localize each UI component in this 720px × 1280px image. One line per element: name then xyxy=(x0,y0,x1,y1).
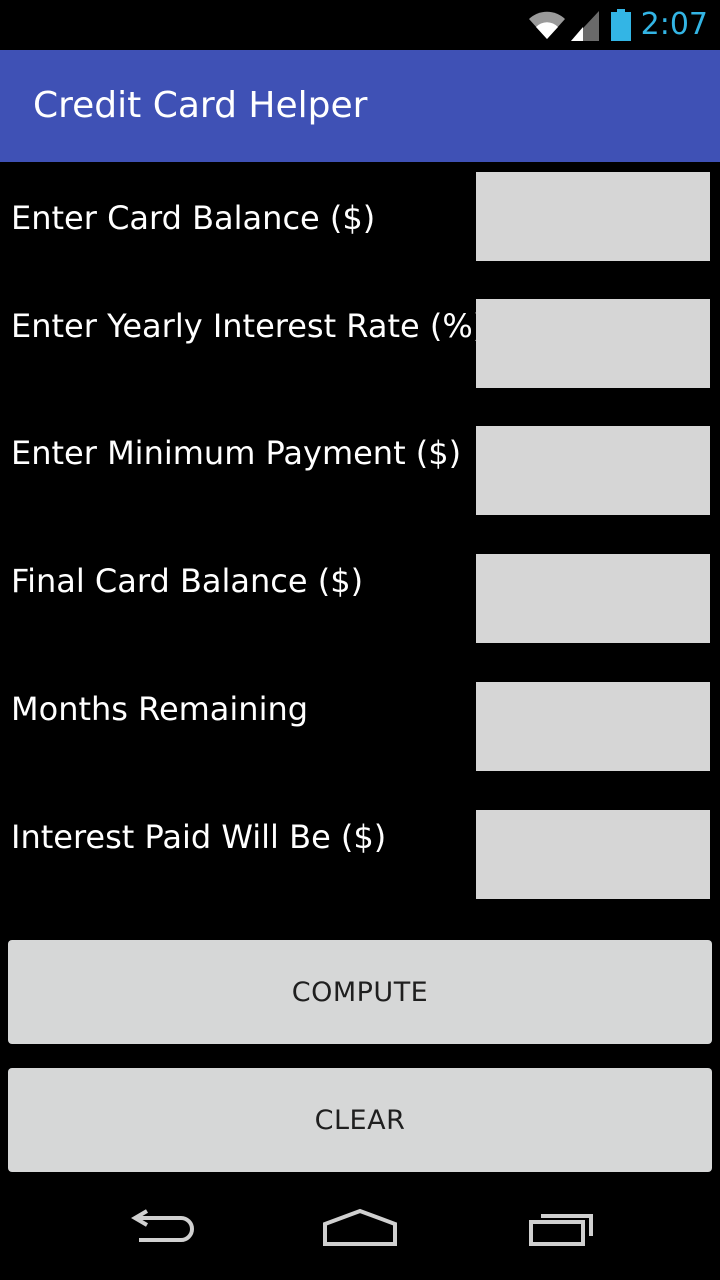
back-icon xyxy=(125,1208,195,1252)
signal-icon xyxy=(570,9,599,41)
navigation-bar xyxy=(0,1180,720,1280)
card-balance-label: Enter Card Balance ($) xyxy=(11,199,376,237)
status-bar: 2:07 xyxy=(0,0,720,50)
back-button[interactable] xyxy=(100,1200,220,1260)
months-remaining-output[interactable] xyxy=(476,682,710,771)
card-balance-input[interactable] xyxy=(476,172,710,261)
clear-button[interactable]: CLEAR xyxy=(8,1068,712,1172)
final-balance-label: Final Card Balance ($) xyxy=(11,562,364,600)
recent-apps-button[interactable] xyxy=(502,1200,622,1260)
battery-icon xyxy=(610,9,631,41)
status-icons: 2:07 xyxy=(527,0,708,50)
months-remaining-label: Months Remaining xyxy=(11,690,309,728)
interest-rate-label: Enter Yearly Interest Rate (%) xyxy=(11,307,486,345)
minimum-payment-input[interactable] xyxy=(476,426,710,515)
home-button[interactable] xyxy=(300,1200,420,1260)
final-balance-output[interactable] xyxy=(476,554,710,643)
interest-paid-label: Interest Paid Will Be ($) xyxy=(11,818,387,856)
wifi-icon xyxy=(527,9,567,41)
minimum-payment-label: Enter Minimum Payment ($) xyxy=(11,434,462,472)
interest-rate-input[interactable] xyxy=(476,299,710,388)
action-bar: Credit Card Helper xyxy=(0,50,720,162)
status-clock: 2:07 xyxy=(640,7,708,42)
home-icon xyxy=(322,1208,398,1252)
app-title: Credit Card Helper xyxy=(33,85,368,126)
interest-paid-output[interactable] xyxy=(476,810,710,899)
recent-apps-icon xyxy=(527,1208,597,1252)
compute-button[interactable]: COMPUTE xyxy=(8,940,712,1044)
